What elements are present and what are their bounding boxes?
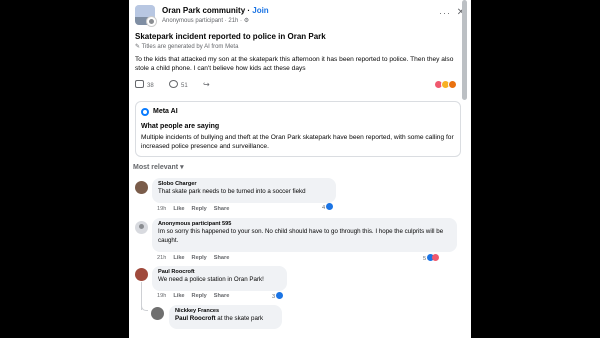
reaction-summary[interactable] xyxy=(434,80,462,90)
comment-actions: 19h Like Reply Share xyxy=(157,206,236,212)
comment-time[interactable]: 19h xyxy=(157,206,166,212)
comment-author[interactable]: Slobo Charger xyxy=(158,181,330,187)
author-time: Anonymous participant · 21h · xyxy=(162,18,244,24)
reply-text: at the skate park xyxy=(215,315,264,322)
thread-connector xyxy=(141,305,148,311)
join-link[interactable]: Join xyxy=(252,6,268,15)
more-options-icon[interactable]: ··· xyxy=(439,8,451,18)
meta-ai-label: Meta AI xyxy=(153,108,178,115)
reply-author[interactable]: Nickkey Frances xyxy=(175,308,276,314)
comment-time[interactable]: 19h xyxy=(157,293,166,299)
comment-reactions[interactable]: 3 xyxy=(272,292,284,300)
ai-title-note: ✎ Titles are generated by AI from Meta xyxy=(135,43,238,50)
meta-ai-body: Multiple incidents of bullying and theft… xyxy=(141,134,454,150)
share-button[interactable]: Share xyxy=(214,255,230,261)
comment-text: That skate park needs to be turned into … xyxy=(158,188,306,195)
reaction-count: 4 xyxy=(322,205,326,211)
avatar[interactable] xyxy=(135,268,148,281)
like-button[interactable]: Like xyxy=(173,255,184,261)
group-name-line: Oran Park community · Join xyxy=(162,6,269,15)
avatar[interactable] xyxy=(151,307,164,320)
reaction-count: 5 xyxy=(423,256,427,262)
like-button[interactable]: Like xyxy=(173,293,184,299)
avatar[interactable] xyxy=(135,181,148,194)
like-button[interactable]: Like xyxy=(173,206,184,212)
share-button[interactable]: Share xyxy=(214,293,230,299)
sparkle-icon: ✎ xyxy=(135,44,141,50)
post-card: Oran Park community · Join Anonymous par… xyxy=(129,0,471,338)
comment-text: We need a police station in Oran Park! xyxy=(158,276,264,283)
comment-bubble: Paul Roocroft We need a police station i… xyxy=(152,266,287,291)
like-reaction-icon xyxy=(326,203,334,210)
scrollbar[interactable] xyxy=(462,0,467,100)
reply-button[interactable]: Reply xyxy=(192,293,207,299)
ai-note-text: Titles are generated by AI from Meta xyxy=(141,44,239,50)
sort-dropdown[interactable]: Most relevant ▾ xyxy=(133,163,184,171)
mention-link[interactable]: Paul Roocroft xyxy=(175,315,216,322)
comment-count: 51 xyxy=(181,83,188,89)
post-body: To the kids that attacked my son at the … xyxy=(135,56,454,72)
comment-reactions[interactable]: 5 xyxy=(423,254,440,262)
share-stat[interactable]: ↪ xyxy=(203,80,215,89)
comment-icon xyxy=(169,80,178,88)
comment-actions: 21h Like Reply Share xyxy=(157,255,236,261)
meta-ai-summary: Meta AI What people are saying Multiple … xyxy=(135,101,461,157)
avatar[interactable] xyxy=(135,221,148,234)
comment-stat[interactable]: 51 xyxy=(169,80,188,89)
reply-bubble: Nickkey Frances Paul Roocroft at the ska… xyxy=(169,305,282,329)
post-stats: 38 51 ↪ xyxy=(135,80,255,90)
comment-bubble: Anonymous participant 595 Im so sorry th… xyxy=(152,218,457,252)
reply-text-line: Paul Roocroft at the skate park xyxy=(175,315,276,324)
post-subline: Anonymous participant · 21h · ⚙ xyxy=(162,17,249,24)
comment-text: Im so sorry this happened to your son. N… xyxy=(158,228,444,244)
share-icon: ↪ xyxy=(203,80,210,89)
meta-ai-icon xyxy=(141,108,149,116)
love-reaction-icon xyxy=(432,254,440,261)
reply-button[interactable]: Reply xyxy=(192,255,207,261)
comment-author[interactable]: Paul Roocroft xyxy=(158,269,281,275)
comment-time[interactable]: 21h xyxy=(157,255,166,261)
reaction-count: 3 xyxy=(272,294,276,300)
comment-author[interactable]: Anonymous participant 595 xyxy=(158,221,451,227)
comment-reactions[interactable]: 4 xyxy=(322,203,334,211)
post-title: Skatepark incident reported to police in… xyxy=(135,32,326,41)
like-stat[interactable]: 38 xyxy=(135,80,154,89)
anonymous-badge-icon xyxy=(146,16,157,27)
comment-bubble: Slobo Charger That skate park needs to b… xyxy=(152,178,336,203)
like-icon xyxy=(135,80,144,88)
share-button[interactable]: Share xyxy=(214,206,230,212)
like-count: 38 xyxy=(147,83,154,89)
wow-icon xyxy=(448,80,457,89)
post-header: Oran Park community · Join Anonymous par… xyxy=(135,5,465,27)
comment-actions: 19h Like Reply Share xyxy=(157,293,236,299)
group-name[interactable]: Oran Park community xyxy=(162,6,245,15)
like-reaction-icon xyxy=(276,292,284,299)
meta-ai-heading: What people are saying xyxy=(141,123,220,130)
group-privacy-icon: ⚙ xyxy=(243,18,250,24)
reply-button[interactable]: Reply xyxy=(192,206,207,212)
